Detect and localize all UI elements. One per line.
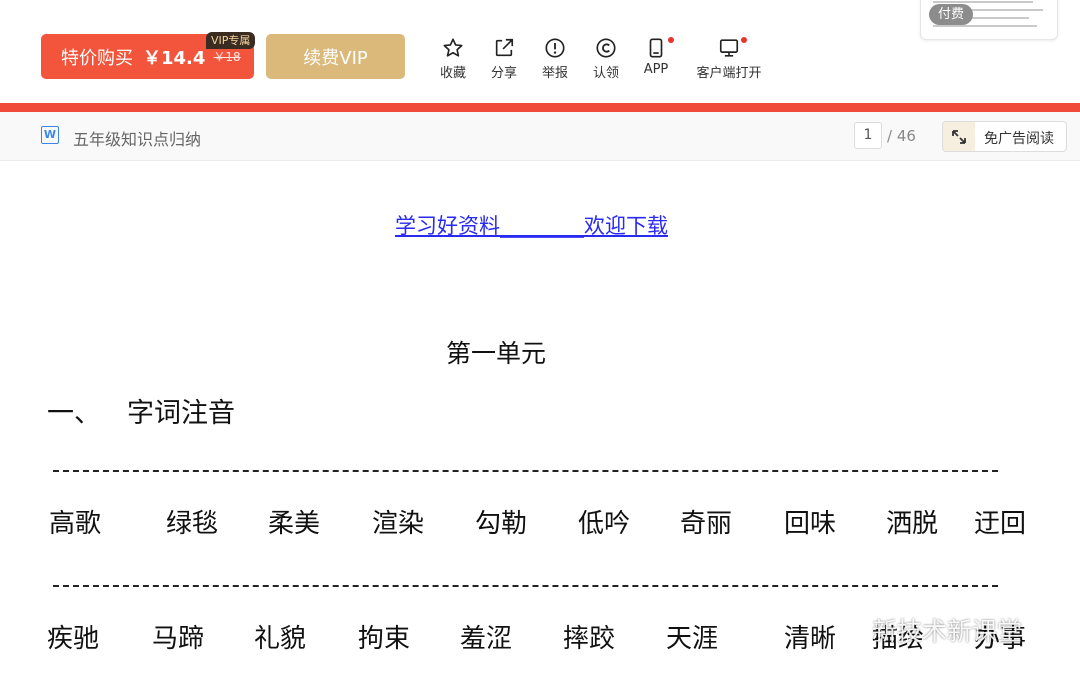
- pinyin-blank-line: [53, 585, 998, 587]
- phone-icon: [649, 38, 663, 58]
- word-item: 绿毯: [166, 509, 219, 539]
- word-file-icon: W: [41, 126, 59, 144]
- warning-icon: [545, 38, 565, 58]
- vip-exclusive-tag: VIP专属: [206, 32, 256, 49]
- buy-label: 特价购买: [61, 47, 133, 69]
- expand-icon: [943, 122, 975, 151]
- word-item: 清晰: [784, 624, 837, 654]
- word-item: 疾驰: [47, 624, 100, 654]
- current-page-input[interactable]: 1: [854, 122, 882, 149]
- monitor-icon: [719, 39, 739, 57]
- share-label: 分享: [490, 66, 517, 81]
- copyright-icon: [596, 38, 616, 58]
- buy-old-price: ￥18: [213, 50, 241, 64]
- word-item: 低吟: [578, 509, 631, 539]
- section-heading: 一、 字词注音: [47, 391, 235, 430]
- document-header: W 五年级知识点归纳 1 / 46 免广告阅读: [0, 112, 1080, 161]
- unit-title: 第一单元: [446, 339, 547, 368]
- star-icon: [443, 38, 463, 57]
- favorite-label: 收藏: [439, 66, 466, 81]
- word-item: 天涯: [666, 624, 719, 654]
- word-item: 奇丽: [680, 509, 733, 539]
- watermark: 新技术新课堂: [838, 612, 1022, 648]
- accent-divider: [0, 103, 1080, 112]
- share-icon: [495, 38, 514, 57]
- renew-vip-button[interactable]: 续费VIP: [266, 34, 405, 79]
- word-item: 羞涩: [460, 624, 513, 654]
- client-notification-dot: [741, 37, 747, 43]
- word-item: 勾勒: [475, 509, 528, 539]
- open-client-button[interactable]: 客户端打开: [691, 37, 767, 81]
- app-button[interactable]: APP: [634, 37, 678, 77]
- watermark-text: 新技术新课堂: [872, 617, 1023, 646]
- word-item: 马蹄: [152, 624, 205, 654]
- claim-button[interactable]: 认领: [584, 37, 628, 81]
- paid-badge: 付费: [929, 4, 974, 25]
- share-button[interactable]: 分享: [482, 37, 526, 81]
- document-title: 五年级知识点归纳: [73, 130, 202, 149]
- ad-free-reading-button[interactable]: 免广告阅读: [942, 121, 1067, 152]
- section-number: 一、: [47, 398, 101, 429]
- app-notification-dot: [668, 37, 674, 43]
- report-label: 举报: [541, 66, 568, 81]
- buy-price: ￥14.4: [143, 47, 206, 69]
- wechat-icon: [839, 619, 866, 640]
- word-item: 回味: [784, 509, 837, 539]
- word-item: 迂回: [974, 509, 1027, 539]
- favorite-button[interactable]: 收藏: [431, 37, 475, 81]
- client-label: 客户端打开: [696, 66, 762, 81]
- ad-free-label: 免广告阅读: [984, 131, 1054, 147]
- section-title: 字词注音: [127, 398, 235, 429]
- word-item: 渲染: [372, 509, 425, 539]
- word-item: 拘束: [358, 624, 411, 654]
- pinyin-blank-line: [53, 470, 998, 472]
- total-pages: / 46: [887, 127, 916, 145]
- word-item: 柔美: [268, 509, 321, 539]
- report-button[interactable]: 举报: [533, 37, 577, 81]
- claim-label: 认领: [592, 66, 619, 81]
- word-item: 高歌: [49, 509, 102, 539]
- word-item: 洒脱: [886, 509, 939, 539]
- word-item: 礼貌: [254, 624, 307, 654]
- document-link[interactable]: 学习好资料________欢迎下载: [395, 210, 668, 240]
- app-label: APP: [643, 62, 669, 77]
- word-item: 摔跤: [563, 624, 616, 654]
